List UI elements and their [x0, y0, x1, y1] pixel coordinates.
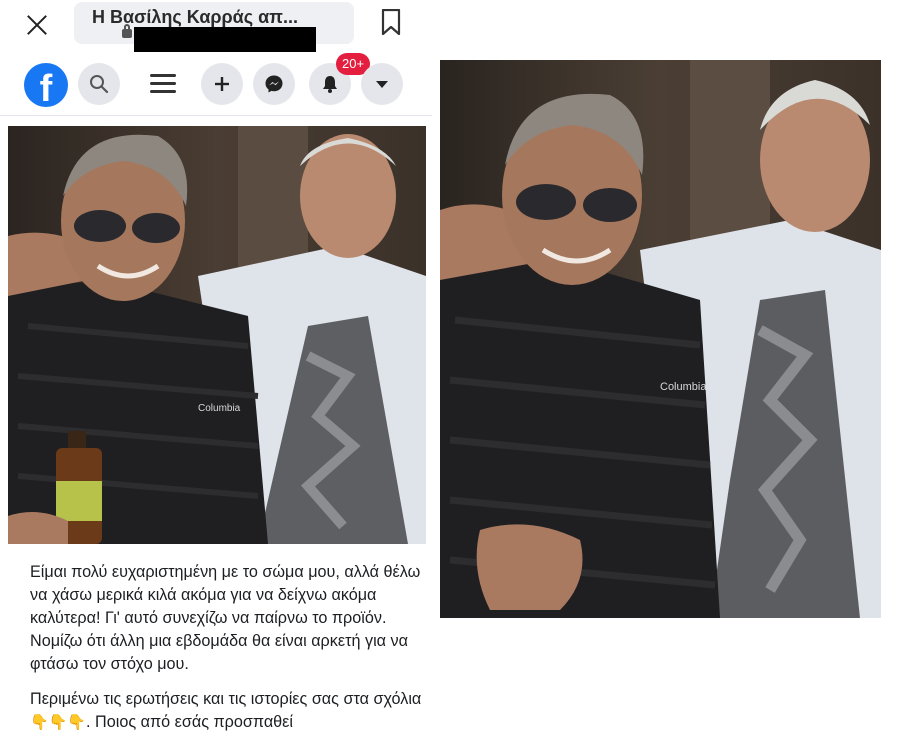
post-paragraph-1: Είμαι πολύ ευχαριστημένη με το σώμα μου,…: [30, 563, 421, 673]
facebook-logo[interactable]: f: [24, 63, 68, 107]
search-icon: [90, 75, 109, 94]
bell-icon: [323, 76, 337, 93]
post-photo-edited: Columbia: [8, 126, 426, 544]
close-icon[interactable]: [24, 12, 50, 38]
lock-icon: [122, 24, 132, 38]
messenger-icon: [265, 75, 283, 93]
caret-down-icon: [376, 81, 388, 88]
account-menu-button[interactable]: [361, 63, 403, 105]
page-title: Η Βασίλης Καρράς απ...: [92, 7, 298, 27]
post-paragraph-2-end: . Ποιος από εσάς προσπαθεί: [86, 713, 293, 731]
facebook-nav-bar: f 20+: [0, 52, 432, 116]
search-button[interactable]: [78, 63, 120, 105]
bookmark-icon[interactable]: [381, 8, 401, 36]
pointing-down-emoji: 👇👇👇: [30, 713, 87, 731]
post-paragraph-2-start: Περιμένω τις ερωτήσεις και τις ιστορίες …: [30, 690, 422, 708]
jacket-logo-text-right: Columbia: [660, 381, 707, 393]
plus-icon: [215, 77, 229, 91]
jacket-logo-text: Columbia: [198, 403, 241, 414]
post-paragraph-2: Περιμένω τις ερωτήσεις και τις ιστορίες …: [30, 688, 422, 734]
menu-icon[interactable]: [148, 70, 178, 100]
create-button[interactable]: [201, 63, 243, 105]
phone-screenshot: Η Βασίλης Καρράς απ... f 20+ Columbia Εί…: [0, 0, 432, 751]
original-photo: Columbia: [440, 60, 881, 618]
post-text: Είμαι πολύ ευχαριστημένη με το σώμα μου,…: [30, 561, 422, 746]
messenger-button[interactable]: [253, 63, 295, 105]
